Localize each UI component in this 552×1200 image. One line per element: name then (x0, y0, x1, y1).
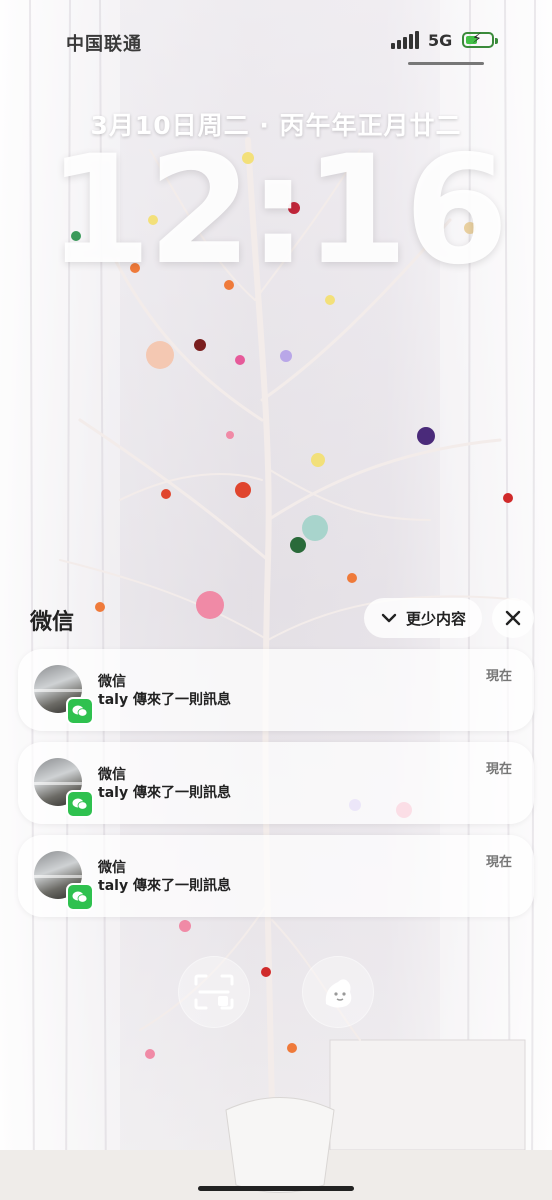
chevron-down-icon (381, 613, 397, 623)
status-bar: 中国联通 5G ⚡ (0, 0, 552, 80)
scan-translate-button[interactable] (178, 956, 250, 1028)
lock-screen-time: 12:16 (47, 124, 508, 298)
notification-card[interactable]: 微信 taly 傳來了一則訊息 現在 (18, 649, 534, 731)
notification-card[interactable]: 微信 taly 傳來了一則訊息 現在 (18, 742, 534, 824)
clear-group-button[interactable] (492, 598, 534, 638)
show-less-label: 更少内容 (405, 609, 466, 628)
notification-time: 現在 (485, 762, 512, 777)
notification-title: 微信 (98, 674, 126, 690)
wechat-icon (66, 790, 94, 818)
notification-card[interactable]: 微信 taly 傳來了一則訊息 現在 (18, 835, 534, 917)
close-icon (505, 610, 521, 626)
carrier-name: 中国联通 (66, 34, 142, 55)
notification-time: 現在 (485, 669, 512, 684)
notification-body: taly 傳來了一則訊息 (98, 878, 231, 894)
show-less-button[interactable]: 更少内容 (364, 598, 482, 638)
notification-title: 微信 (98, 860, 126, 876)
notification-body: taly 傳來了一則訊息 (98, 785, 231, 801)
charging-bolt-icon: ⚡ (472, 31, 482, 47)
home-indicator[interactable] (198, 1186, 354, 1191)
sticker-button[interactable] (302, 956, 374, 1028)
battery-icon: ⚡ (462, 31, 498, 48)
sticker-icon (325, 979, 352, 1008)
network-type: 5G (428, 31, 453, 50)
scan-translate-icon (194, 974, 234, 1010)
signal-strength-icon (391, 31, 421, 49)
notification-group-title: 微信 (30, 610, 75, 635)
wechat-icon (66, 697, 94, 725)
notification-body: taly 傳來了一則訊息 (98, 692, 231, 708)
notification-title: 微信 (98, 767, 126, 783)
notification-time: 現在 (485, 855, 512, 870)
control-center-grabber[interactable] (408, 62, 484, 65)
wechat-icon (66, 883, 94, 911)
